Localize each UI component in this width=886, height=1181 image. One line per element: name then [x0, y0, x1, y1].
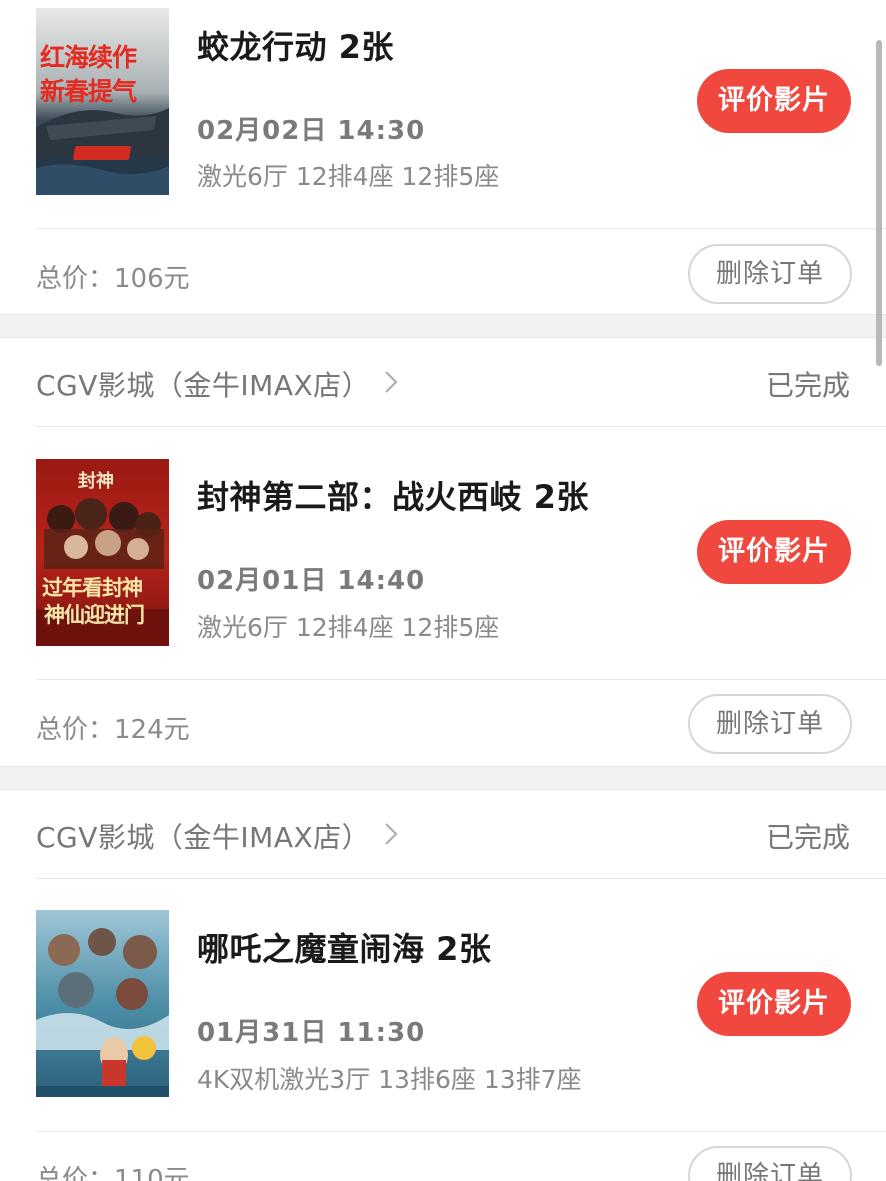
total-price: 总价：106元 [36, 264, 190, 294]
chevron-right-icon [385, 371, 398, 393]
delete-order-button[interactable]: 删除订单 [688, 1146, 852, 1181]
movie-poster[interactable] [36, 910, 169, 1097]
order-card: CGV影城（金牛IMAX店） 已完成 [0, 338, 886, 766]
poster-tagline: 神仙迎进门 [44, 603, 145, 627]
poster-logo [72, 146, 132, 160]
delete-order-button[interactable]: 删除订单 [688, 244, 852, 304]
delete-order-button[interactable]: 删除订单 [688, 694, 852, 754]
poster-tagline: 新春提气 [40, 77, 137, 106]
poster-tagline: 过年看封神 [42, 576, 143, 600]
section-gap [0, 766, 886, 790]
divider [36, 878, 886, 879]
cinema-header[interactable]: CGV影城（金牛IMAX店） 已完成 [0, 790, 886, 878]
cinema-header[interactable]: CGV影城（金牛IMAX店） 已完成 [0, 338, 886, 426]
seat-info: 激光6厅 12排4座 12排5座 [197, 162, 500, 191]
showtime: 02月02日 14:30 [197, 116, 426, 146]
review-movie-button[interactable]: 评价影片 [697, 69, 851, 133]
order-card: CGV影城（金牛IMAX店） 已完成 [0, 790, 886, 1181]
divider [36, 1131, 886, 1132]
cinema-name[interactable]: CGV影城（金牛IMAX店） [36, 364, 370, 404]
divider [36, 426, 886, 427]
cinema-name[interactable]: CGV影城（金牛IMAX店） [36, 816, 370, 856]
showtime: 01月31日 11:30 [197, 1018, 426, 1048]
divider [36, 228, 886, 229]
divider [36, 679, 886, 680]
movie-title[interactable]: 哪吒之魔童闹海 2张 [197, 924, 491, 970]
seat-info: 激光6厅 12排4座 12排5座 [197, 613, 500, 642]
total-price: 总价：110元 [36, 1165, 190, 1181]
total-price: 总价：124元 [36, 715, 190, 745]
seat-info: 4K双机激光3厅 13排6座 13排7座 [197, 1065, 582, 1094]
poster-logo: 封神 [78, 471, 114, 492]
order-status: 已完成 [765, 821, 850, 854]
review-movie-button[interactable]: 评价影片 [697, 520, 851, 584]
movie-poster[interactable]: 封神 过年看封神 神仙迎进门 [36, 459, 169, 646]
movie-poster[interactable]: 红海续作 新春提气 [36, 8, 169, 195]
order-status: 已完成 [765, 369, 850, 402]
poster-tagline: 红海续作 [40, 43, 137, 72]
movie-title[interactable]: 蛟龙行动 2张 [197, 22, 394, 68]
chevron-right-icon [385, 823, 398, 845]
movie-title[interactable]: 封神第二部：战火西岐 2张 [197, 472, 589, 518]
scrollbar-thumb[interactable] [876, 40, 882, 366]
review-movie-button[interactable]: 评价影片 [697, 972, 851, 1036]
order-list-page: 红海续作 新春提气 蛟龙行动 2张 02月02日 14:30 激光6厅 12排4… [0, 0, 886, 1181]
section-gap [0, 314, 886, 338]
order-card: 红海续作 新春提气 蛟龙行动 2张 02月02日 14:30 激光6厅 12排4… [0, 0, 886, 314]
showtime: 02月01日 14:40 [197, 566, 426, 596]
